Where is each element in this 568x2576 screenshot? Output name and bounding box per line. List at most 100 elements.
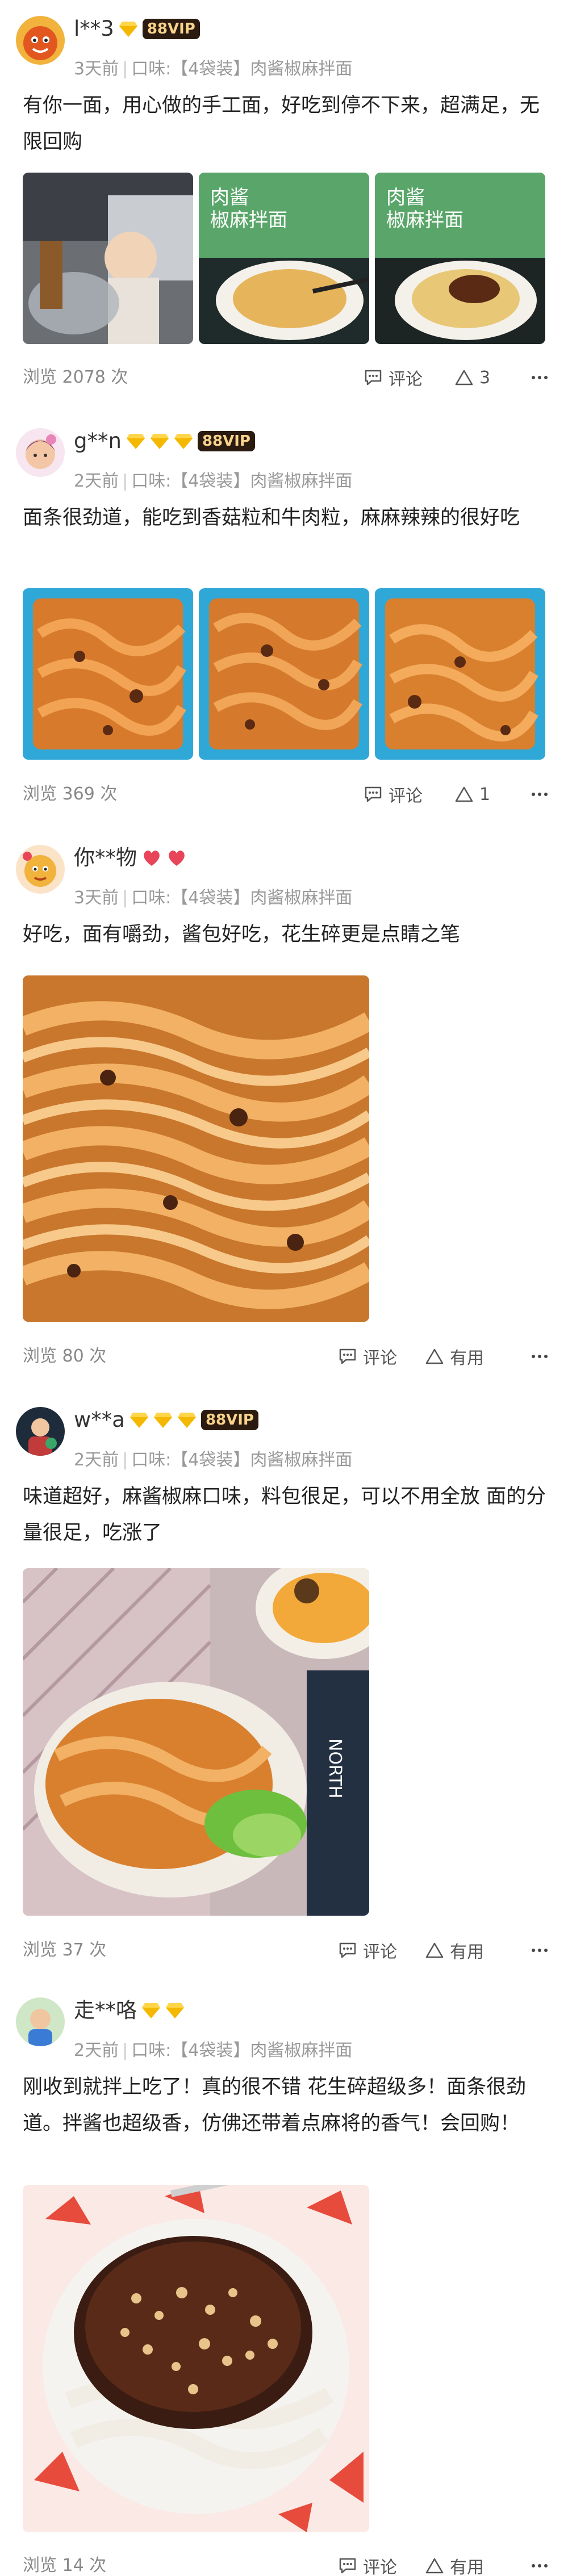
view-count: 浏览 80 次 xyxy=(23,1346,107,1366)
avatar[interactable] xyxy=(16,1997,65,2046)
meta-divider: | xyxy=(122,888,128,908)
heart-icon xyxy=(144,851,160,866)
comment-label: 评论 xyxy=(389,786,423,806)
like-button[interactable]: 3 xyxy=(454,363,490,392)
useful-button[interactable]: 有用 xyxy=(425,1936,484,1965)
useful-button[interactable]: 有用 xyxy=(425,1342,484,1371)
review-text: 味道超好，麻酱椒麻口味，料包很足，可以不用全放 面的分量很足，吃涨了 xyxy=(23,1485,546,1544)
more-icon xyxy=(532,376,535,379)
like-label: 3 xyxy=(479,367,491,388)
username[interactable]: 走**咯 xyxy=(74,1997,137,2024)
review-flavor: 口味:【4袋装】肉酱椒麻拌面 xyxy=(131,888,353,908)
meta-divider: | xyxy=(122,59,128,79)
like-label: 1 xyxy=(479,784,491,805)
username-row: 你**物 xyxy=(74,845,187,871)
username[interactable]: l**3 xyxy=(74,16,114,42)
useful-label: 有用 xyxy=(450,2558,484,2576)
username[interactable]: w**a xyxy=(74,1407,125,1433)
review-flavor: 口味:【4袋装】肉酱椒麻拌面 xyxy=(131,471,353,491)
review-text: 面条很劲道，能吃到香菇粒和牛肉粒，麻麻辣辣的很好吃 xyxy=(23,506,520,529)
review-photo[interactable] xyxy=(199,588,369,760)
meta-divider: | xyxy=(122,1450,128,1470)
comment-label: 评论 xyxy=(389,370,423,389)
like-button[interactable]: 1 xyxy=(454,780,490,809)
comment-button[interactable]: 评论 xyxy=(338,2552,397,2576)
comment-icon xyxy=(339,1942,356,1958)
useful-label: 有用 xyxy=(450,1942,484,1962)
comment-label: 评论 xyxy=(363,1348,397,1368)
username[interactable]: 你**物 xyxy=(74,845,137,871)
review-text: 好吃，面有嚼劲，酱包好吃，花生碎更是点睛之笔 xyxy=(23,923,461,946)
view-count: 浏览 14 次 xyxy=(23,2556,107,2575)
review-flavor: 口味:【4袋装】肉酱椒麻拌面 xyxy=(131,1450,353,1470)
review-meta: 3天前 | 口味:【4袋装】肉酱椒麻拌面 xyxy=(74,883,352,908)
review-photo[interactable] xyxy=(23,173,193,344)
username-row: w**a 88VIP xyxy=(74,1407,258,1433)
gem-icon xyxy=(177,1413,196,1428)
comment-label: 评论 xyxy=(363,1942,397,1962)
review-time: 2天前 xyxy=(74,471,119,491)
review-time: 2天前 xyxy=(74,1450,119,1470)
review-photo[interactable]: NORTH xyxy=(23,1568,369,1916)
useful-label: 有用 xyxy=(450,1348,484,1368)
view-count: 浏览 37 次 xyxy=(23,1940,107,1960)
comment-button[interactable]: 评论 xyxy=(364,780,423,809)
useful-button[interactable]: 有用 xyxy=(425,2552,484,2576)
comment-icon xyxy=(365,786,382,802)
review-time: 2天前 xyxy=(74,2041,119,2060)
username[interactable]: g**n xyxy=(74,428,122,454)
comment-button[interactable]: 评论 xyxy=(338,1342,397,1371)
comment-button[interactable]: 评论 xyxy=(338,1936,397,1965)
more-icon xyxy=(532,793,535,796)
svg-text:肉酱: 肉酱 xyxy=(386,186,425,209)
heart-icon xyxy=(169,851,185,866)
username-row: l**3 88VIP xyxy=(74,16,200,42)
svg-text:椒麻拌面: 椒麻拌面 xyxy=(210,209,287,232)
review-photo[interactable]: 肉酱 椒麻拌面 xyxy=(199,173,369,344)
comment-label: 评论 xyxy=(363,2558,397,2576)
avatar[interactable] xyxy=(16,845,65,894)
review-footer: 浏览 2078 次 评论 3 xyxy=(23,363,551,392)
review-meta: 3天前 | 口味:【4袋装】肉酱椒麻拌面 xyxy=(74,55,352,79)
gem-icon xyxy=(153,1413,172,1428)
review-photo[interactable] xyxy=(375,588,545,760)
gem-icon xyxy=(166,2003,184,2018)
avatar[interactable] xyxy=(16,16,65,65)
more-button[interactable] xyxy=(528,1936,551,1965)
like-icon xyxy=(455,786,473,802)
review-text: 有你一面，用心做的手工面，好吃到停不下来，超满足，无限回购 xyxy=(23,94,540,153)
review-photo[interactable] xyxy=(23,588,193,760)
more-button[interactable] xyxy=(528,780,551,809)
svg-text:肉酱: 肉酱 xyxy=(210,186,249,209)
review-flavor: 口味:【4袋装】肉酱椒麻拌面 xyxy=(131,2041,353,2060)
review-footer: 浏览 14 次 评论 有用 xyxy=(23,2552,551,2576)
view-count: 浏览 369 次 xyxy=(23,784,118,804)
review-flavor: 口味:【4袋装】肉酱椒麻拌面 xyxy=(131,59,353,79)
svg-text:椒麻拌面: 椒麻拌面 xyxy=(386,209,463,232)
avatar[interactable] xyxy=(16,428,65,477)
view-count: 浏览 2078 次 xyxy=(23,367,128,387)
review-photo[interactable] xyxy=(23,975,369,1322)
review-footer: 浏览 37 次 评论 有用 xyxy=(23,1936,551,1965)
more-button[interactable] xyxy=(528,1342,551,1371)
comment-button[interactable]: 评论 xyxy=(364,363,423,392)
username-row: g**n 88VIP xyxy=(74,428,255,454)
more-button[interactable] xyxy=(528,2552,551,2576)
meta-divider: | xyxy=(122,2041,128,2060)
review-footer: 浏览 80 次 评论 有用 xyxy=(23,1342,551,1371)
like-icon xyxy=(425,1942,444,1958)
review-photo[interactable]: 肉酱 椒麻拌面 xyxy=(375,173,545,344)
comment-icon xyxy=(339,1348,356,1364)
vip-badge: 88VIP xyxy=(201,1410,258,1430)
avatar[interactable] xyxy=(16,1407,65,1456)
review-meta: 2天前 | 口味:【4袋装】肉酱椒麻拌面 xyxy=(74,2036,352,2061)
gem-icon xyxy=(126,434,145,449)
review-photo[interactable] xyxy=(23,2185,369,2532)
more-icon xyxy=(532,1355,535,1358)
more-icon xyxy=(532,1949,535,1952)
gem-icon xyxy=(150,434,169,449)
review-footer: 浏览 369 次 评论 1 xyxy=(23,780,551,809)
more-button[interactable] xyxy=(528,363,551,392)
comment-icon xyxy=(365,370,382,386)
review-time: 3天前 xyxy=(74,888,119,908)
